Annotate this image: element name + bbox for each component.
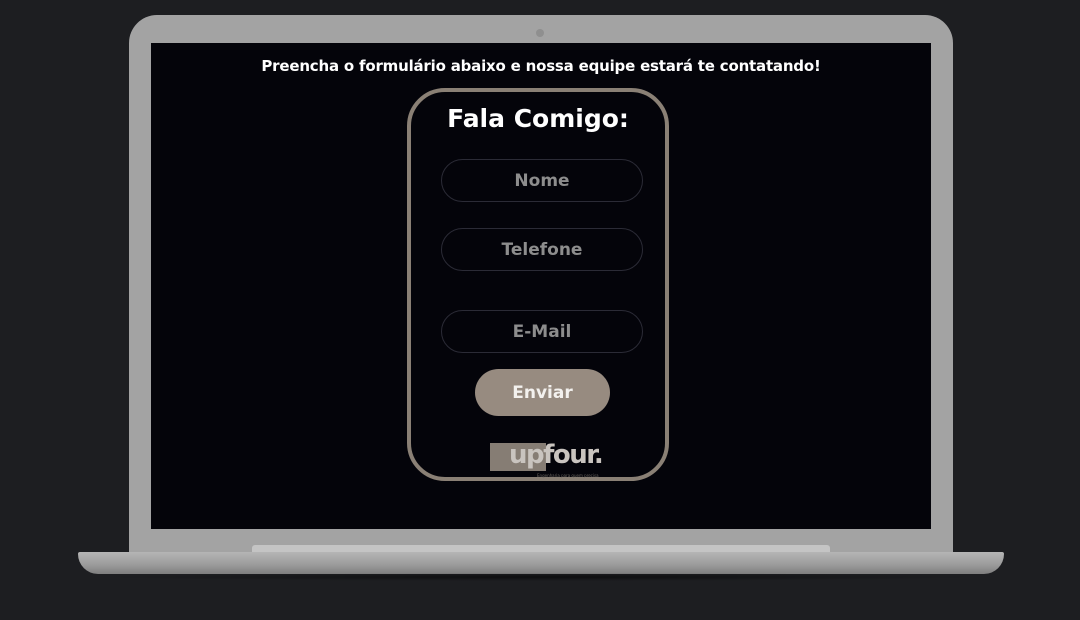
name-input[interactable] [441, 159, 643, 202]
laptop-base [78, 552, 1004, 574]
webcam-icon [536, 29, 544, 37]
laptop-screen: Preencha o formulário abaixo e nossa equ… [151, 43, 931, 529]
contact-form: Fala Comigo: Enviar upfour. Engenharia p… [407, 88, 669, 481]
laptop-shadow [95, 573, 987, 581]
logo-wordmark: upfour. [509, 440, 604, 470]
page-headline: Preencha o formulário abaixo e nossa equ… [261, 57, 821, 75]
upfour-logo: upfour. Engenharia para quem precisa [487, 440, 607, 479]
submit-button[interactable]: Enviar [475, 369, 610, 416]
phone-input[interactable] [441, 228, 643, 271]
logo-tagline: Engenharia para quem precisa [537, 473, 599, 478]
form-title: Fala Comigo: [447, 104, 629, 133]
email-input[interactable] [441, 310, 643, 353]
